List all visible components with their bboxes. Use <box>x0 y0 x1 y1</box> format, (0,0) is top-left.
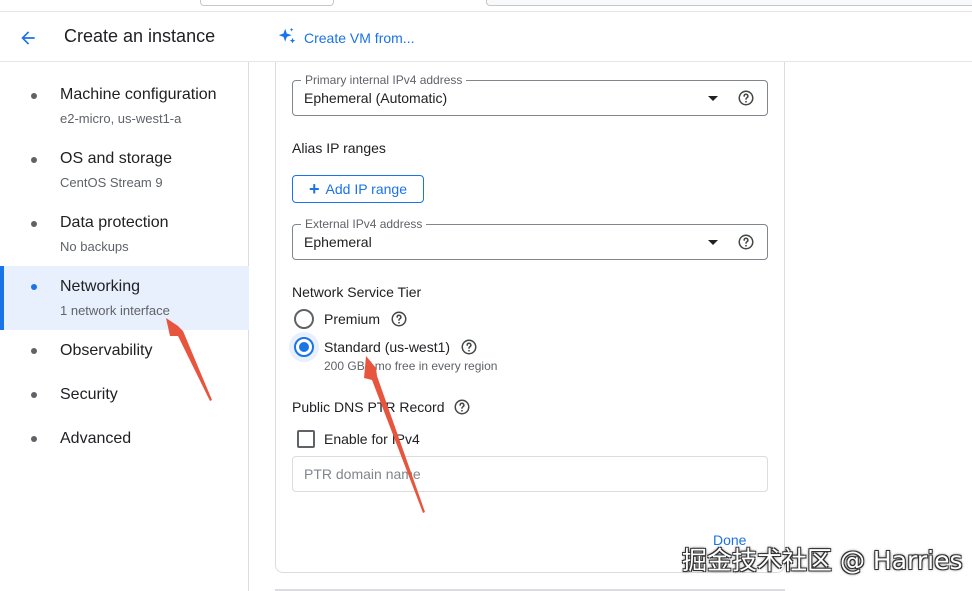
field-label: Primary internal IPv4 address <box>301 73 467 87</box>
standard-tier-hint: 200 GB / mo free in every region <box>324 359 498 373</box>
sidebar-item-label: OS and storage <box>60 150 173 167</box>
back-button[interactable] <box>14 24 42 52</box>
top-tab-fragment <box>200 0 334 6</box>
bullet-icon <box>31 284 37 290</box>
bullet-icon <box>31 348 37 354</box>
active-indicator <box>0 266 4 330</box>
radio-standard[interactable] <box>294 337 314 357</box>
select-value: Ephemeral (Automatic) <box>304 90 448 106</box>
help-circle-icon[interactable] <box>737 233 755 251</box>
radio-label: Premium <box>324 311 381 327</box>
help-circle-icon[interactable] <box>390 310 408 328</box>
sidebar-item-label: Networking <box>60 278 141 295</box>
caret-down-icon[interactable] <box>708 240 718 245</box>
sidebar-item-sub: No backups <box>60 239 129 254</box>
browser-top-strip <box>0 0 972 12</box>
sparkle-icon <box>278 27 296 44</box>
bullet-icon <box>31 392 37 398</box>
sidebar-item-label: Machine configuration <box>60 86 217 103</box>
sidebar-item-sub: CentOS Stream 9 <box>60 175 163 190</box>
page-title: Create an instance <box>64 26 216 46</box>
sidebar-item-sub: e2-micro, us-west1-a <box>60 111 182 126</box>
sidebar-item-label: Advanced <box>60 430 132 447</box>
select-value: Ephemeral <box>304 234 372 250</box>
add-ip-range-button[interactable]: + Add IP range <box>292 175 424 203</box>
top-bar-fragment <box>486 0 972 6</box>
public-dns-ptr-label: Public DNS PTR Record <box>292 399 445 415</box>
ptr-domain-name-field[interactable] <box>292 456 768 492</box>
sidebar-item-data-protection[interactable]: Data protection No backups <box>0 200 249 260</box>
caret-down-icon[interactable] <box>708 96 718 101</box>
sidebar-item-label: Security <box>60 386 118 403</box>
bullet-icon <box>31 436 37 442</box>
help-circle-icon[interactable] <box>737 89 755 107</box>
sidebar: Machine configuration e2-micro, us-west1… <box>0 62 249 591</box>
sidebar-item-os-and-storage[interactable]: OS and storage CentOS Stream 9 <box>0 136 249 196</box>
tier-option-standard[interactable]: Standard (us-west1) <box>294 337 478 357</box>
sidebar-item-machine-configuration[interactable]: Machine configuration e2-micro, us-west1… <box>0 72 249 132</box>
help-circle-icon[interactable] <box>453 398 471 416</box>
sidebar-item-security[interactable]: Security <box>0 378 249 414</box>
enable-ipv4-option[interactable]: Enable for IPv4 <box>297 430 420 448</box>
external-ipv4-select[interactable]: External IPv4 address Ephemeral <box>292 217 768 260</box>
create-vm-label: Create VM from... <box>304 29 415 46</box>
sidebar-item-sub: 1 network interface <box>60 303 170 318</box>
sidebar-item-label: Observability <box>60 342 153 359</box>
sidebar-item-networking[interactable]: Networking 1 network interface <box>0 266 249 330</box>
sidebar-item-label: Data protection <box>60 214 169 231</box>
network-service-tier-heading: Network Service Tier <box>292 284 422 300</box>
page-header: Create an instance Create VM from... <box>0 13 972 61</box>
field-label: External IPv4 address <box>301 217 427 231</box>
watermark: 掘金技术社区 @ Harries <box>682 546 963 575</box>
public-dns-ptr-heading: Public DNS PTR Record <box>292 398 471 416</box>
help-circle-icon[interactable] <box>460 338 478 356</box>
create-vm-from-button[interactable]: Create VM from... <box>276 26 414 48</box>
bullet-icon <box>31 93 37 99</box>
checkbox-label: Enable for IPv4 <box>324 431 420 447</box>
radio-label: Standard (us-west1) <box>324 339 451 355</box>
bullet-icon <box>31 221 37 227</box>
arrow-back-icon <box>21 31 35 45</box>
add-ip-range-label: Add IP range <box>325 181 407 197</box>
bullet-icon <box>31 157 37 163</box>
enable-ipv4-checkbox[interactable] <box>297 430 315 448</box>
sidebar-item-observability[interactable]: Observability <box>0 334 249 370</box>
tier-option-premium[interactable]: Premium <box>294 309 408 329</box>
plus-icon: + <box>309 179 320 199</box>
primary-internal-ipv4-select[interactable]: Primary internal IPv4 address Ephemeral … <box>292 73 768 116</box>
radio-premium[interactable] <box>294 309 314 329</box>
ptr-domain-name-input[interactable] <box>293 457 767 491</box>
sidebar-item-advanced[interactable]: Advanced <box>0 422 249 458</box>
alias-ip-ranges-heading: Alias IP ranges <box>292 140 386 156</box>
